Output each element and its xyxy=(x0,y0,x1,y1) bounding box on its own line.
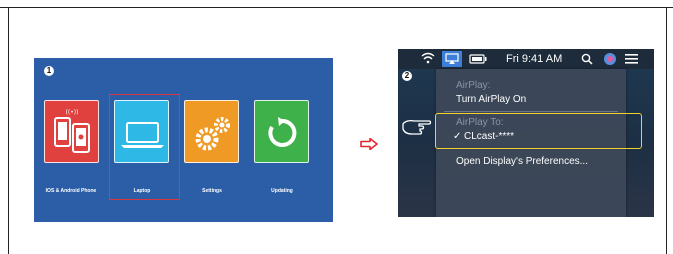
menubar-clock[interactable]: Fri 9:41 AM xyxy=(506,53,562,65)
tile-label-settings: Settings xyxy=(202,188,222,194)
wifi-icon[interactable] xyxy=(421,52,435,64)
tile-settings[interactable] xyxy=(184,100,239,163)
menu-bar: Fri 9:41 AM xyxy=(398,49,654,69)
tile-label-ios: IOS & Android Phone xyxy=(45,188,97,194)
step-badge-1: 1 xyxy=(44,66,54,76)
menu-separator xyxy=(444,111,618,112)
search-icon[interactable] xyxy=(581,53,593,65)
right-arrow-icon xyxy=(360,138,378,150)
frame-top-border xyxy=(0,7,673,8)
airplay-icon[interactable] xyxy=(442,51,462,67)
step-badge-2: 2 xyxy=(402,71,412,81)
device-highlight-box xyxy=(435,113,642,149)
laptop-highlight-box xyxy=(109,94,180,200)
tile-updating[interactable] xyxy=(254,100,309,163)
tile-label-updating: Updating xyxy=(271,188,293,194)
turn-airplay-on-item[interactable]: Turn AirPlay On xyxy=(456,94,526,105)
open-display-preferences-item[interactable]: Open Display's Preferences... xyxy=(456,156,588,167)
pointing-hand-icon xyxy=(402,119,432,135)
battery-icon[interactable] xyxy=(469,54,487,64)
siri-icon[interactable] xyxy=(604,53,616,65)
macos-airplay-screen: Fri 9:41 AM AirPlay: Turn AirPlay On Air… xyxy=(398,49,654,217)
frame-right-border xyxy=(666,7,667,254)
refresh-icon xyxy=(268,117,297,147)
tile-ios-android-phone[interactable]: ((•)) xyxy=(44,100,99,163)
projector-home-screen: 1 ((•)) IOS & Android Phone Laptop Setti… xyxy=(34,58,333,222)
phone-cast-icon: ((•)) xyxy=(54,109,90,153)
airplay-header: AirPlay: xyxy=(456,80,491,91)
frame-left-border xyxy=(8,7,9,254)
list-icon[interactable] xyxy=(625,54,638,64)
svg-text:((•)): ((•)) xyxy=(66,109,79,116)
gears-icon xyxy=(195,117,230,151)
